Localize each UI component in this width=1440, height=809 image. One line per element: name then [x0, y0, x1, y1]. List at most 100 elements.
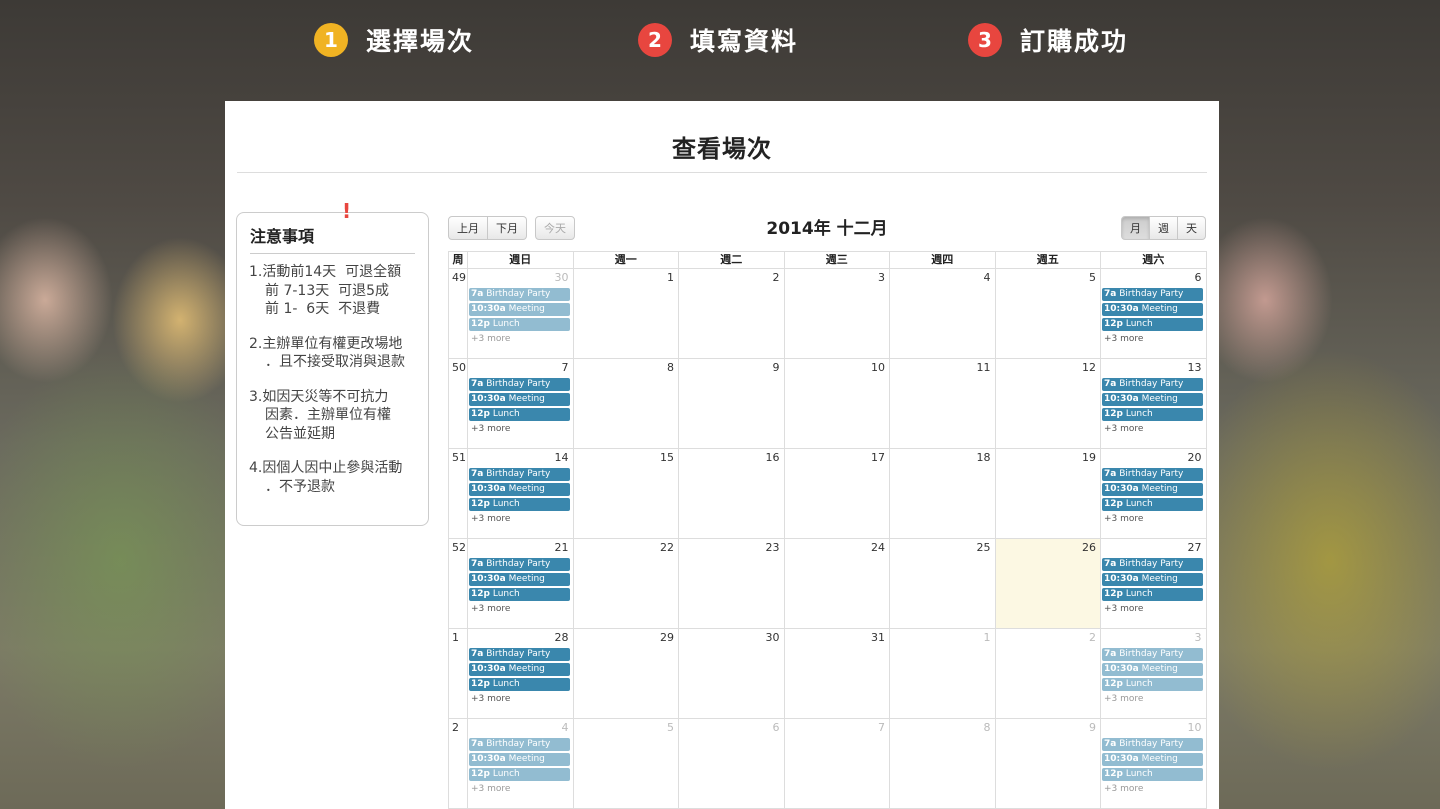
- day-cell[interactable]: 10 7a Birthday Party 10:30a Meeting 12p Lun…: [1101, 719, 1207, 809]
- day-cell[interactable]: 20 7a Birthday Party 10:30a Meeting 12p Lun…: [1101, 449, 1207, 539]
- day-cell[interactable]: 16: [679, 449, 785, 539]
- divider: [250, 253, 415, 254]
- day-cell[interactable]: 8: [573, 359, 679, 449]
- day-cell[interactable]: 18: [890, 449, 996, 539]
- day-cell[interactable]: 29: [573, 629, 679, 719]
- event-time: 7a: [1104, 379, 1117, 389]
- more-events-link[interactable]: +3 more: [1102, 693, 1203, 705]
- event-time: 12p: [471, 319, 490, 329]
- day-cell[interactable]: 12: [995, 359, 1101, 449]
- calendar-event[interactable]: 10:30a Meeting: [469, 483, 570, 496]
- day-cell[interactable]: 13 7a Birthday Party 10:30a Meeting 12p Lun…: [1101, 359, 1207, 449]
- calendar-event[interactable]: 10:30a Meeting: [469, 753, 570, 766]
- calendar-event[interactable]: 7a Birthday Party: [1102, 648, 1203, 661]
- day-cell[interactable]: 17: [784, 449, 890, 539]
- day-cell[interactable]: 3: [784, 269, 890, 359]
- more-events-link[interactable]: +3 more: [1102, 513, 1203, 525]
- day-cell[interactable]: 2: [679, 269, 785, 359]
- day-cell[interactable]: 8: [890, 719, 996, 809]
- calendar-event[interactable]: 7a Birthday Party: [469, 378, 570, 391]
- event-title: Meeting: [508, 484, 545, 494]
- weekday-header: 週一: [573, 252, 679, 269]
- calendar-event[interactable]: 12p Lunch: [469, 318, 570, 331]
- calendar-event[interactable]: 12p Lunch: [469, 408, 570, 421]
- day-cell[interactable]: 3 7a Birthday Party 10:30a Meeting 12p Lunc…: [1101, 629, 1207, 719]
- calendar-event[interactable]: 7a Birthday Party: [1102, 288, 1203, 301]
- day-cell-today[interactable]: 26: [995, 539, 1101, 629]
- calendar-event[interactable]: 7a Birthday Party: [469, 558, 570, 571]
- day-cell[interactable]: 9: [679, 359, 785, 449]
- day-cell[interactable]: 21 7a Birthday Party 10:30a Meeting 12p Lun…: [468, 539, 574, 629]
- more-events-link[interactable]: +3 more: [1102, 423, 1203, 435]
- day-cell[interactable]: 22: [573, 539, 679, 629]
- day-cell[interactable]: 15: [573, 449, 679, 539]
- day-cell[interactable]: 6: [679, 719, 785, 809]
- day-cell[interactable]: 27 7a Birthday Party 10:30a Meeting 12p Lun…: [1101, 539, 1207, 629]
- more-events-link[interactable]: +3 more: [469, 693, 570, 705]
- calendar-event[interactable]: 7a Birthday Party: [1102, 378, 1203, 391]
- day-cell[interactable]: 11: [890, 359, 996, 449]
- calendar-event[interactable]: 7a Birthday Party: [1102, 468, 1203, 481]
- more-events-link[interactable]: +3 more: [469, 423, 570, 435]
- calendar-event[interactable]: 12p Lunch: [469, 768, 570, 781]
- more-events-link[interactable]: +3 more: [469, 603, 570, 615]
- calendar-event[interactable]: 10:30a Meeting: [469, 393, 570, 406]
- event-time: 10:30a: [471, 394, 506, 404]
- view-week-button[interactable]: 週: [1150, 216, 1178, 240]
- day-cell[interactable]: 9: [995, 719, 1101, 809]
- calendar-event[interactable]: 10:30a Meeting: [1102, 483, 1203, 496]
- calendar-event[interactable]: 12p Lunch: [469, 588, 570, 601]
- day-cell[interactable]: 24: [784, 539, 890, 629]
- day-cell[interactable]: 10: [784, 359, 890, 449]
- calendar-event[interactable]: 12p Lunch: [1102, 408, 1203, 421]
- day-cell[interactable]: 4 7a Birthday Party 10:30a Meeting 12p Lunc…: [468, 719, 574, 809]
- calendar-event[interactable]: 12p Lunch: [1102, 768, 1203, 781]
- calendar-event[interactable]: 10:30a Meeting: [469, 663, 570, 676]
- calendar-event[interactable]: 10:30a Meeting: [1102, 753, 1203, 766]
- day-cell[interactable]: 6 7a Birthday Party 10:30a Meeting 12p Lunc…: [1101, 269, 1207, 359]
- calendar-event[interactable]: 10:30a Meeting: [469, 573, 570, 586]
- day-cell[interactable]: 5: [573, 719, 679, 809]
- day-cell[interactable]: 14 7a Birthday Party 10:30a Meeting 12p Lun…: [468, 449, 574, 539]
- day-cell[interactable]: 31: [784, 629, 890, 719]
- day-cell[interactable]: 4: [890, 269, 996, 359]
- day-cell[interactable]: 23: [679, 539, 785, 629]
- calendar-event[interactable]: 10:30a Meeting: [1102, 663, 1203, 676]
- more-events-link[interactable]: +3 more: [469, 333, 570, 345]
- calendar-event[interactable]: 7a Birthday Party: [469, 738, 570, 751]
- day-cell[interactable]: 28 7a Birthday Party 10:30a Meeting 12p Lun…: [468, 629, 574, 719]
- calendar-event[interactable]: 12p Lunch: [469, 678, 570, 691]
- calendar-event[interactable]: 7a Birthday Party: [1102, 738, 1203, 751]
- day-cell[interactable]: 2: [995, 629, 1101, 719]
- day-cell[interactable]: 7 7a Birthday Party 10:30a Meeting 12p Lunc…: [468, 359, 574, 449]
- calendar-event[interactable]: 7a Birthday Party: [1102, 558, 1203, 571]
- more-events-link[interactable]: +3 more: [1102, 783, 1203, 795]
- day-cell[interactable]: 30 7a Birthday Party 10:30a Meeting 12p Lun…: [468, 269, 574, 359]
- calendar-event[interactable]: 12p Lunch: [1102, 498, 1203, 511]
- day-cell[interactable]: 1: [890, 629, 996, 719]
- day-cell[interactable]: 19: [995, 449, 1101, 539]
- calendar-event[interactable]: 12p Lunch: [1102, 318, 1203, 331]
- view-month-button[interactable]: 月: [1121, 216, 1150, 240]
- calendar-event[interactable]: 10:30a Meeting: [1102, 573, 1203, 586]
- more-events-link[interactable]: +3 more: [469, 783, 570, 795]
- view-day-button[interactable]: 天: [1178, 216, 1206, 240]
- more-events-link[interactable]: +3 more: [1102, 333, 1203, 345]
- day-number: 5: [667, 721, 674, 734]
- calendar-event[interactable]: 7a Birthday Party: [469, 288, 570, 301]
- more-events-link[interactable]: +3 more: [469, 513, 570, 525]
- calendar-event[interactable]: 7a Birthday Party: [469, 468, 570, 481]
- more-events-link[interactable]: +3 more: [1102, 603, 1203, 615]
- day-cell[interactable]: 7: [784, 719, 890, 809]
- day-cell[interactable]: 25: [890, 539, 996, 629]
- day-cell[interactable]: 30: [679, 629, 785, 719]
- calendar-event[interactable]: 10:30a Meeting: [1102, 393, 1203, 406]
- calendar-event[interactable]: 7a Birthday Party: [469, 648, 570, 661]
- calendar-event[interactable]: 12p Lunch: [469, 498, 570, 511]
- day-cell[interactable]: 5: [995, 269, 1101, 359]
- calendar-event[interactable]: 12p Lunch: [1102, 588, 1203, 601]
- calendar-event[interactable]: 10:30a Meeting: [469, 303, 570, 316]
- calendar-event[interactable]: 12p Lunch: [1102, 678, 1203, 691]
- day-cell[interactable]: 1: [573, 269, 679, 359]
- calendar-event[interactable]: 10:30a Meeting: [1102, 303, 1203, 316]
